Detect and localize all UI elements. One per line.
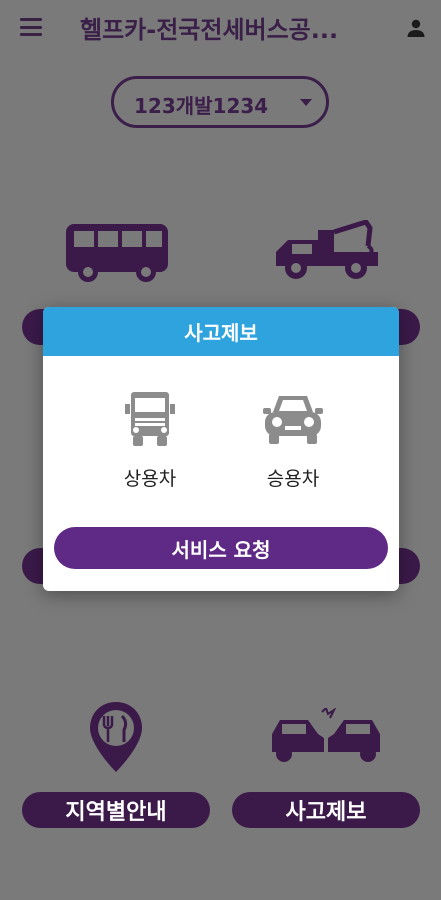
commercial-vehicle-label: 상용차 bbox=[123, 468, 177, 490]
service-request-button[interactable]: 서비스 요청 bbox=[54, 527, 388, 569]
accident-report-dialog: 사고제보 상용차 승용차 서비스 요청 bbox=[43, 307, 399, 591]
car-icon bbox=[263, 396, 323, 444]
dialog-title: 사고제보 bbox=[43, 307, 399, 356]
passenger-vehicle-label: 승용차 bbox=[266, 468, 320, 490]
truck-icon bbox=[125, 392, 175, 446]
commercial-vehicle-option[interactable]: 상용차 bbox=[90, 390, 210, 500]
passenger-vehicle-option[interactable]: 승용차 bbox=[233, 390, 353, 500]
